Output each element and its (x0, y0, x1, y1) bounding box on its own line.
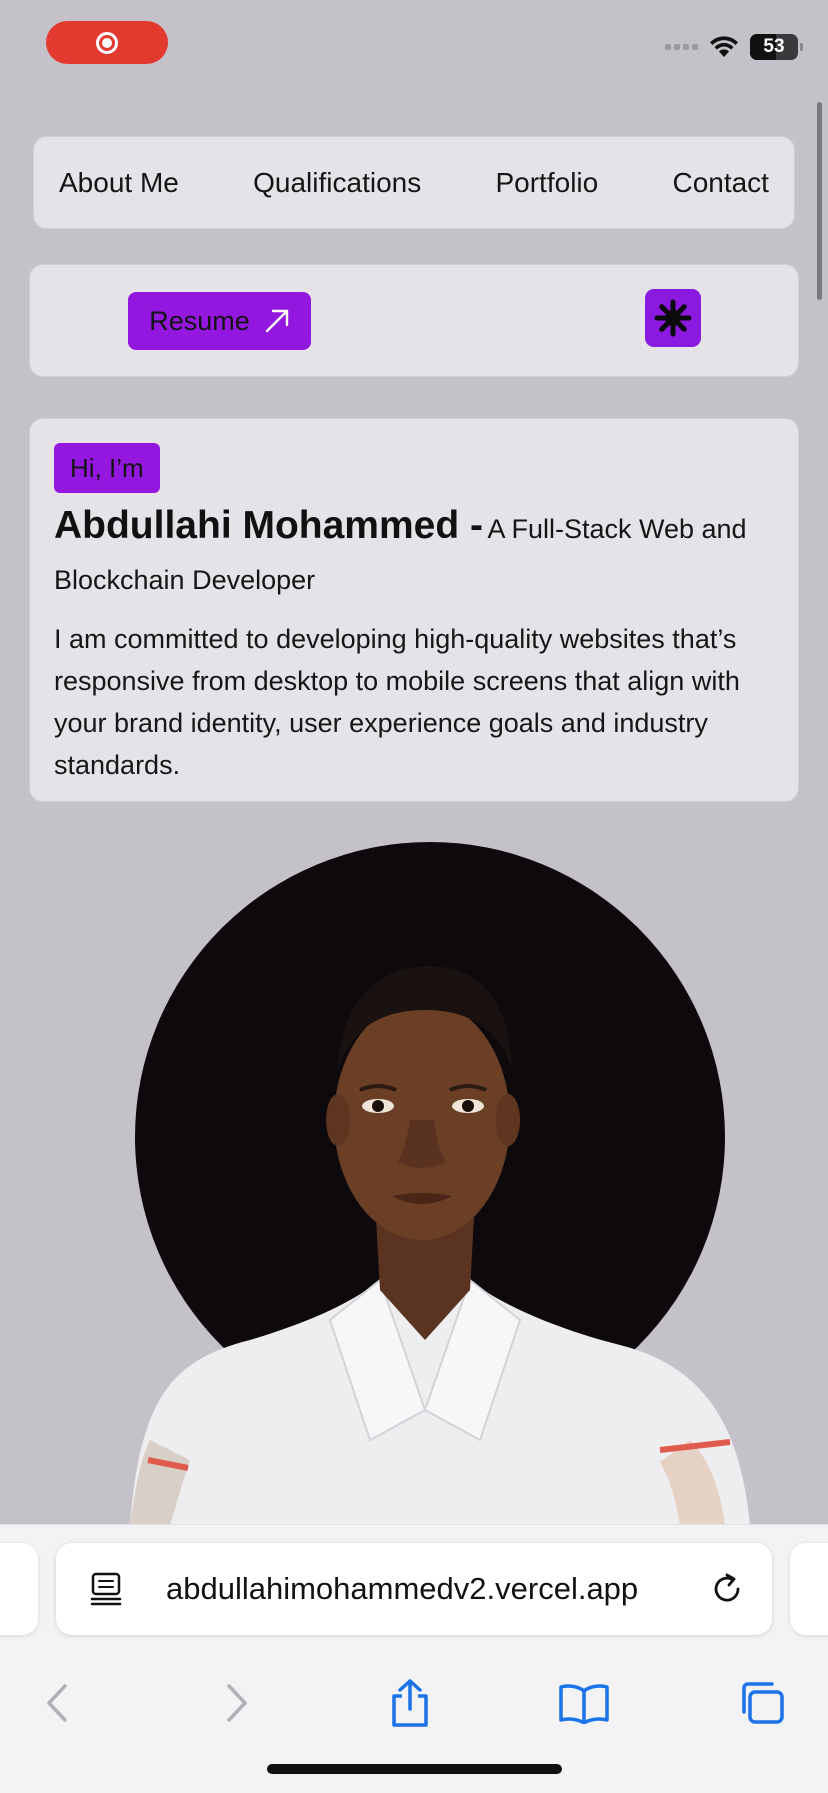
battery-icon: 53 (750, 34, 803, 60)
nav-portfolio[interactable]: Portfolio (495, 167, 598, 199)
nav-about-me[interactable]: About Me (59, 167, 179, 199)
bookmarks-button[interactable] (556, 1675, 612, 1731)
next-tab-peek[interactable] (790, 1543, 828, 1635)
screen-recording-indicator[interactable] (46, 21, 168, 64)
nav-contact[interactable]: Contact (672, 167, 769, 199)
intro-description: I am committed to developing high-qualit… (54, 624, 740, 780)
previous-tab-peek[interactable] (0, 1543, 38, 1635)
book-icon (559, 1684, 609, 1724)
hero-heading: Abdullahi Mohammed - A Full-Stack Web an… (54, 503, 774, 608)
developer-name: Abdullahi Mohammed - (54, 504, 483, 547)
browser-bottom-bar: abdullahimohammedv2.vercel.app (0, 1524, 828, 1793)
tabs-button[interactable] (734, 1675, 790, 1731)
resume-button-label: Resume (149, 305, 250, 336)
nav-qualifications[interactable]: Qualifications (253, 167, 421, 199)
wifi-icon (710, 36, 738, 57)
chevron-left-icon (47, 1684, 67, 1722)
cellular-signal-icon (665, 44, 698, 50)
site-navigation: About Me Qualifications Portfolio Contac… (33, 136, 795, 229)
back-button[interactable] (30, 1675, 86, 1731)
battery-level: 53 (763, 36, 785, 57)
arrow-up-right-icon (265, 309, 288, 333)
url-text[interactable]: abdullahimohammedv2.vercel.app (166, 1571, 638, 1607)
intro-card: Hi, I’m Abdullahi Mohammed - A Full-Stac… (29, 418, 799, 802)
share-icon (392, 1679, 428, 1727)
chevron-right-icon (227, 1684, 247, 1722)
address-bar[interactable]: abdullahimohammedv2.vercel.app (56, 1543, 772, 1635)
page-scrollbar[interactable] (817, 102, 822, 300)
profile-photo (0, 800, 828, 1525)
theme-toggle-button[interactable] (645, 289, 701, 347)
home-indicator[interactable] (267, 1764, 562, 1774)
share-button[interactable] (382, 1675, 438, 1731)
gear-icon (654, 299, 692, 337)
person-portrait-image (130, 965, 750, 1525)
actions-card: Resume (29, 264, 799, 377)
forward-button[interactable] (208, 1675, 264, 1731)
reload-icon[interactable] (710, 1572, 744, 1606)
tabs-icon (742, 1682, 784, 1724)
page-menu-icon[interactable] (90, 1571, 122, 1607)
status-icons: 53 (665, 34, 803, 60)
greeting-badge: Hi, I’m (54, 443, 160, 493)
resume-button[interactable]: Resume (128, 292, 311, 350)
record-icon (96, 31, 118, 54)
